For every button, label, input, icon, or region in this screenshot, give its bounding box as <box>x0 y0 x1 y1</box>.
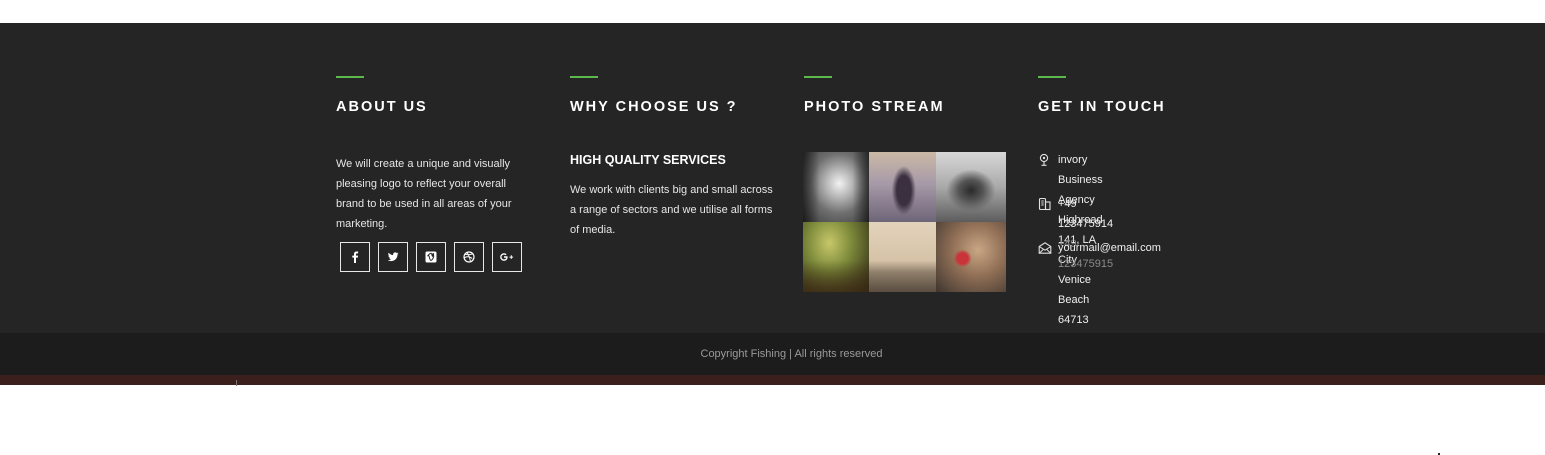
dribbble-link[interactable] <box>454 242 484 272</box>
about-text: We will create a unique and visually ple… <box>336 158 512 230</box>
footer: ABOUT US We will create a unique and vis… <box>0 23 1545 333</box>
photo-binoculars-city[interactable] <box>936 152 1006 222</box>
heading-accent-line <box>1038 76 1066 78</box>
dribbble-icon <box>463 251 475 263</box>
contact-email: yourmail@email.com <box>1038 238 1161 258</box>
heading-accent-line <box>570 76 598 78</box>
heading-accent-line <box>336 76 364 78</box>
facebook-icon <box>352 251 359 263</box>
phone-icon <box>1038 197 1052 211</box>
why-text: We work with clients big and small acros… <box>570 184 773 236</box>
facebook-link[interactable] <box>340 242 370 272</box>
contact-heading: GET IN TOUCH <box>1038 99 1166 115</box>
map-pin-icon <box>1038 153 1052 167</box>
email-link[interactable]: yourmail@email.com <box>1058 238 1161 258</box>
photo-park-bench[interactable] <box>803 222 869 292</box>
twitter-link[interactable] <box>378 242 408 272</box>
page-bottom-strip <box>0 375 1545 385</box>
photo-city-skyline[interactable] <box>869 222 936 292</box>
twitter-icon <box>387 252 399 262</box>
photo-stream-heading: PHOTO STREAM <box>804 99 945 115</box>
photo-love-locks[interactable] <box>936 222 1006 292</box>
contact-phone: +49 123475914 +49 123475915 <box>1038 194 1113 274</box>
vimeo-link[interactable] <box>416 242 446 272</box>
google-plus-icon <box>500 253 514 261</box>
social-links <box>340 242 522 272</box>
copyright-text: Copyright Fishing | All rights reserved <box>700 348 883 360</box>
photo-bridge-person[interactable] <box>869 152 936 222</box>
photo-hallway[interactable] <box>803 152 869 222</box>
envelope-icon <box>1038 241 1052 255</box>
copyright-bar: Copyright Fishing | All rights reserved <box>0 333 1545 375</box>
vimeo-icon <box>425 251 437 263</box>
why-subheading: HIGH QUALITY SERVICES <box>570 153 726 167</box>
heading-accent-line <box>804 76 832 78</box>
divider-tick <box>236 380 237 386</box>
about-heading: ABOUT US <box>336 99 428 115</box>
photo-grid <box>803 152 1006 292</box>
phone-primary[interactable]: +49 123475914 <box>1058 194 1113 234</box>
why-heading: WHY CHOOSE US ? <box>570 99 738 115</box>
google-plus-link[interactable] <box>492 242 522 272</box>
